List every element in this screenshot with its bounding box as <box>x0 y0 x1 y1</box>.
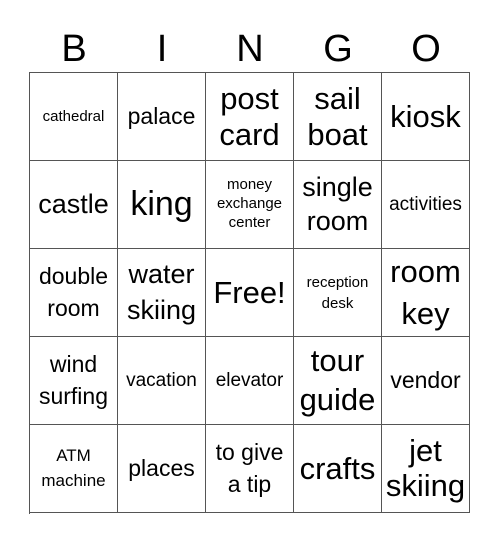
bingo-cell[interactable]: ATM machine <box>30 425 118 513</box>
bingo-cell[interactable]: king <box>118 161 206 249</box>
bingo-cell[interactable]: elevator <box>206 337 294 425</box>
header-letter-g: G <box>323 28 353 70</box>
bingo-cell[interactable]: activities <box>382 161 470 249</box>
bingo-cell[interactable]: jet skiing <box>382 425 470 513</box>
header-letter-o: O <box>411 28 441 70</box>
bingo-cell[interactable]: money exchange center <box>206 161 294 249</box>
header-letter-i: I <box>156 28 168 70</box>
free-space[interactable]: Free! <box>206 249 294 337</box>
bingo-cell[interactable]: wind surfing <box>30 337 118 425</box>
header-letter-n: N <box>236 28 264 70</box>
bingo-cell[interactable]: crafts <box>294 425 382 513</box>
bingo-cell[interactable]: kiosk <box>382 73 470 161</box>
header-letter-b: B <box>61 28 87 70</box>
bingo-cell[interactable]: places <box>118 425 206 513</box>
bingo-cell[interactable]: cathedral <box>30 73 118 161</box>
bingo-cell[interactable]: single room <box>294 161 382 249</box>
bingo-header: B I N G O <box>30 24 470 74</box>
bingo-cell[interactable]: reception desk <box>294 249 382 337</box>
bingo-cell[interactable]: vendor <box>382 337 470 425</box>
bingo-grid: cathedral palace post card sail boat kio… <box>29 72 470 514</box>
bingo-cell[interactable]: tour guide <box>294 337 382 425</box>
bingo-cell[interactable]: double room <box>30 249 118 337</box>
bingo-cell[interactable]: room key <box>382 249 470 337</box>
bingo-cell[interactable]: to give a tip <box>206 425 294 513</box>
bingo-cell[interactable]: water skiing <box>118 249 206 337</box>
bingo-cell[interactable]: palace <box>118 73 206 161</box>
bingo-cell[interactable]: vacation <box>118 337 206 425</box>
bingo-cell[interactable]: post card <box>206 73 294 161</box>
bingo-cell[interactable]: sail boat <box>294 73 382 161</box>
bingo-cell[interactable]: castle <box>30 161 118 249</box>
